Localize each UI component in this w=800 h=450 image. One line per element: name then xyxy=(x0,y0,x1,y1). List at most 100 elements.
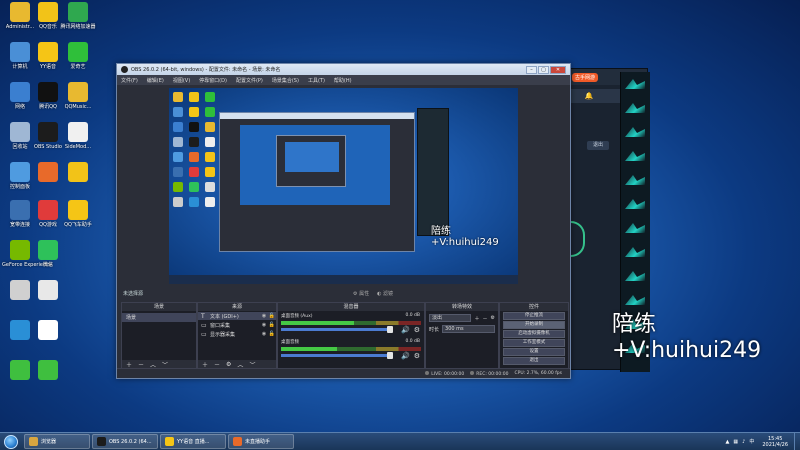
duration-input[interactable]: 300 ms xyxy=(442,325,495,333)
taskbar-item[interactable]: YY语音 直播... xyxy=(160,434,226,449)
control-button[interactable]: 退出 xyxy=(503,357,565,365)
show-desktop-button[interactable] xyxy=(794,432,800,450)
game-list-item[interactable] xyxy=(621,72,650,92)
add-transition-button[interactable]: ＋ xyxy=(474,315,479,322)
game-list-item[interactable] xyxy=(621,96,650,116)
file-icon xyxy=(10,280,30,300)
taskbar-item-label: OBS 26.0.2 (64... xyxy=(109,438,152,445)
preview-icon xyxy=(189,107,199,117)
desktop-icon[interactable] xyxy=(60,162,96,184)
control-button[interactable]: 启动虚拟摄像机 xyxy=(503,330,565,338)
volume-fader[interactable] xyxy=(281,326,394,333)
minimize-button[interactable]: – xyxy=(526,65,537,74)
taskbar-item-label: 浏览器 xyxy=(41,439,57,445)
menu-item[interactable]: 帮助(H) xyxy=(334,77,352,84)
game-icon xyxy=(38,162,58,182)
desktop-icon[interactable] xyxy=(30,360,66,382)
source-item[interactable]: ▭ 窗口采集 ◉ 🔓 xyxy=(198,321,276,329)
eye-icon[interactable]: ◉ xyxy=(260,313,268,319)
start-button[interactable] xyxy=(0,433,22,450)
fader-knob[interactable] xyxy=(387,352,394,359)
source-properties-gear-icon[interactable]: ⚙ xyxy=(226,361,231,368)
volume-meter xyxy=(281,347,421,351)
game-list-item[interactable] xyxy=(621,168,650,188)
taskbar-item[interactable]: 浏览器 xyxy=(24,434,90,449)
control-panel-icon xyxy=(10,162,30,182)
control-button[interactable]: 工作室模式 xyxy=(503,339,565,347)
transition-gear-icon[interactable]: ⚙ xyxy=(491,315,495,321)
lock-icon[interactable]: 🔓 xyxy=(268,313,276,319)
game-list-item[interactable] xyxy=(621,120,650,140)
volume-tray-icon[interactable]: ♪ xyxy=(742,439,745,445)
desktop-icon[interactable]: QQMusic... xyxy=(60,82,96,110)
properties-button[interactable]: ⚙ 属性 xyxy=(353,290,369,297)
filters-button[interactable]: ◐ 滤镜 xyxy=(377,290,393,297)
client-tag[interactable]: 古手网游 xyxy=(572,72,599,82)
menu-item[interactable]: 停靠窗口(D) xyxy=(199,77,227,84)
client-exit-button[interactable]: 退出 xyxy=(587,141,609,150)
clock[interactable]: 15:45 2021/4/26 xyxy=(762,436,788,448)
eye-icon[interactable]: ◉ xyxy=(260,331,268,337)
preview-icon xyxy=(205,122,215,132)
preview-icon xyxy=(173,122,183,132)
obs-titlebar[interactable]: OBS 26.0.2 (64-bit, windows) - 配置文件: 未命名… xyxy=(117,64,570,75)
mixer-dock-title: 混音器 xyxy=(278,303,424,311)
gear-icon[interactable]: ⚙ xyxy=(414,326,420,334)
volume-fader[interactable] xyxy=(281,352,394,359)
transitions-dock-title: 转场特效 xyxy=(426,303,498,311)
transition-type-select[interactable]: 淡出 xyxy=(429,314,472,322)
remove-transition-button[interactable]: － xyxy=(483,315,488,322)
game-thumbnail-icon xyxy=(625,79,645,89)
client-progress-arc xyxy=(571,221,585,257)
control-button[interactable]: 开始录制 xyxy=(503,321,565,329)
desktop-icon[interactable]: SideMod... xyxy=(60,122,96,150)
qq-music-icon xyxy=(38,2,58,22)
menu-item[interactable]: 配置文件(P) xyxy=(236,77,263,84)
taskbar-item[interactable]: 未直播助手 xyxy=(228,434,294,449)
control-button[interactable]: 停止推流 xyxy=(503,312,565,320)
eye-icon[interactable]: ◉ xyxy=(260,322,268,328)
desktop-icon[interactable] xyxy=(30,320,66,342)
network-tray-icon[interactable]: ▦ xyxy=(733,439,738,445)
preview-icon xyxy=(173,137,183,147)
control-button[interactable]: 设置 xyxy=(503,348,565,356)
maximize-button[interactable]: ▢ xyxy=(538,65,549,74)
obs-window[interactable]: OBS 26.0.2 (64-bit, windows) - 配置文件: 未命名… xyxy=(116,63,571,379)
fader-knob[interactable] xyxy=(387,326,394,333)
lock-icon[interactable]: 🔓 xyxy=(268,331,276,337)
speaker-icon[interactable]: 🔊 xyxy=(401,352,410,360)
speaker-icon[interactable]: 🔊 xyxy=(401,326,410,334)
close-button[interactable]: ✕ xyxy=(550,65,566,74)
game-list-item[interactable] xyxy=(621,240,650,260)
desktop-icon[interactable]: 腾讯网络加速器 xyxy=(60,2,96,30)
bell-icon[interactable]: 🔔 xyxy=(585,92,594,100)
game-list-item[interactable] xyxy=(621,288,650,308)
obs-preview-canvas[interactable]: 陪练+V:huihui249 xyxy=(169,88,518,284)
desktop-icon[interactable]: 爱奇艺 xyxy=(60,42,96,70)
menu-item[interactable]: 工具(T) xyxy=(308,77,325,84)
desktop-icon[interactable] xyxy=(30,280,66,302)
menu-item[interactable]: 文件(F) xyxy=(121,77,138,84)
taskbar-item[interactable]: OBS 26.0.2 (64... xyxy=(92,434,158,449)
game-list-item[interactable] xyxy=(621,144,650,164)
language-tray-icon[interactable]: 中 xyxy=(749,438,754,445)
menu-item[interactable]: 视图(V) xyxy=(173,77,190,84)
preview-icon xyxy=(173,182,183,192)
game-list-item[interactable] xyxy=(621,192,650,212)
folder-icon xyxy=(10,2,30,22)
window-controls: – ▢ ✕ xyxy=(526,65,566,74)
preview-watermark: 陪练+V:huihui249 xyxy=(431,226,499,248)
desktop-icon[interactable]: QQ飞车助手 xyxy=(60,200,96,228)
game-list-item[interactable] xyxy=(621,264,650,284)
desktop-icon[interactable]: 微信 xyxy=(30,240,66,268)
file-icon xyxy=(68,82,88,102)
lock-icon[interactable]: 🔓 xyxy=(268,322,276,328)
source-item[interactable]: ▭ 显示器采集 ◉ 🔓 xyxy=(198,330,276,338)
scene-item[interactable]: 场景 xyxy=(122,313,196,322)
menu-item[interactable]: 场景集合(S) xyxy=(272,77,299,84)
gear-icon[interactable]: ⚙ xyxy=(414,352,420,360)
game-list-item[interactable] xyxy=(621,216,650,236)
menu-item[interactable]: 编辑(E) xyxy=(147,77,164,84)
tray-arrow-icon[interactable]: ▲ xyxy=(726,439,730,445)
source-item[interactable]: T 文本 (GDI+) ◉ 🔓 xyxy=(198,312,276,320)
